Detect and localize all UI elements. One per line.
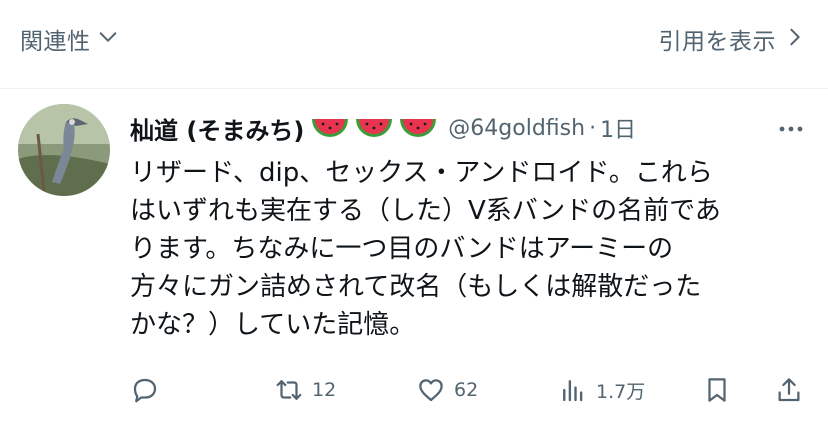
top-bar: 関連性 引用を表示 (0, 0, 828, 78)
more-options-button[interactable] (776, 114, 806, 144)
retweet-button[interactable]: 12 (274, 370, 336, 410)
views-button[interactable]: 1.7万 (558, 370, 645, 410)
tweet-text-line: 方々にガン詰めされて改名（もしくは解散だった (130, 272, 702, 302)
bookmark-icon (708, 378, 726, 402)
tweet-text-line: かな？）していた記憶。 (130, 310, 416, 340)
chevron-right-icon (784, 26, 806, 52)
share-icon (778, 378, 800, 402)
watermelon-emoji-icon (400, 119, 437, 137)
tweet-text-line: ります。ちなみに一つ目のバンドはアーミーの (130, 234, 674, 264)
sort-related-label: 関連性 (20, 29, 91, 55)
sort-related-button[interactable]: 関連性 (20, 22, 119, 56)
tweet-text-line: はいずれも実在する（した）V系バンドの名前であ (130, 196, 721, 226)
tweet-actions: 12 62 1.7万 (130, 370, 810, 410)
view-quotes-label: 引用を表示 (658, 29, 776, 55)
name-emojis (310, 115, 438, 141)
reply-icon (133, 378, 157, 403)
reply-button[interactable] (130, 370, 168, 410)
tweet-timestamp[interactable]: 1日 (600, 112, 636, 144)
chevron-down-icon (97, 26, 119, 52)
views-icon (563, 380, 583, 402)
bookmark-button[interactable] (702, 370, 732, 410)
user-handle[interactable]: @64goldfish (448, 116, 585, 141)
separator-dot: · (589, 115, 597, 141)
watermelon-emoji-icon (356, 119, 393, 137)
retweet-icon (276, 380, 302, 400)
display-name[interactable]: 杣道 (そまみち) (130, 111, 304, 146)
retweet-count: 12 (312, 379, 337, 401)
divider (0, 88, 828, 89)
like-count: 62 (454, 379, 479, 401)
heart-icon (419, 379, 443, 402)
tweet-header: 杣道 (そまみち) @64goldfish · 1日 (130, 108, 636, 148)
share-button[interactable] (774, 370, 804, 410)
like-button[interactable]: 62 (416, 370, 478, 410)
avatar[interactable] (18, 104, 110, 196)
tweet-text-line: リザード、dip、セックス・アンドロイド。これら (130, 158, 713, 188)
tweet-text: リザード、dip、セックス・アンドロイド。これら はいずれも実在する（した）V系… (130, 154, 810, 344)
more-icon (779, 126, 803, 132)
watermelon-emoji-icon (312, 119, 349, 137)
view-quotes-link[interactable]: 引用を表示 (659, 22, 807, 56)
views-count: 1.7万 (596, 380, 646, 403)
